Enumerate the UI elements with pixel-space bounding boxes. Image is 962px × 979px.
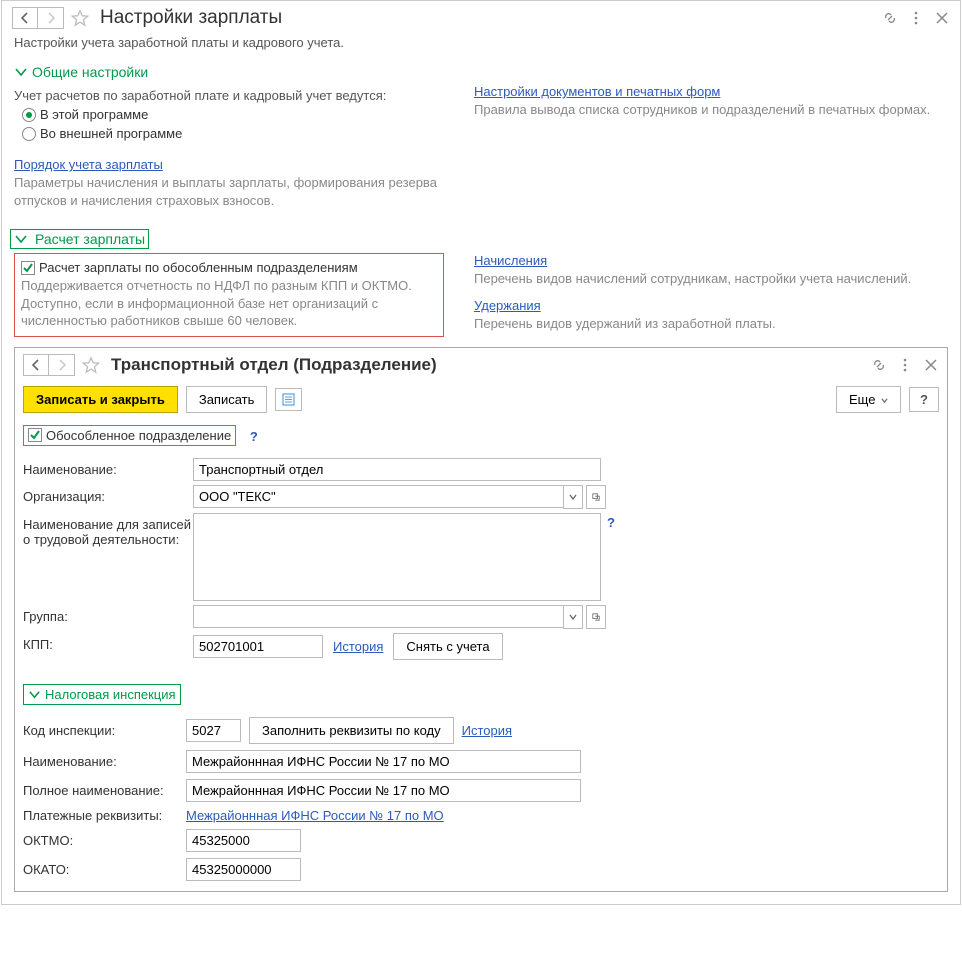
subdivision-toolbar: Транспортный отдел (Подразделение) (15, 348, 947, 382)
deregister-button[interactable]: Снять с учета (393, 633, 502, 660)
save-button[interactable]: Записать (186, 386, 268, 413)
close-icon[interactable] (934, 10, 950, 26)
accruals-link[interactable]: Начисления (474, 253, 547, 268)
chevron-down-icon (14, 65, 28, 79)
doc-settings-desc: Правила вывода списка сотрудников и подр… (474, 101, 948, 119)
help-button[interactable]: ? (909, 387, 939, 412)
inspection-code-label: Код инспекции: (23, 723, 178, 738)
group-input[interactable] (193, 605, 563, 628)
section-salary-toggle: Расчет зарплаты (10, 229, 149, 249)
group-dropdown-button[interactable] (563, 605, 583, 629)
nav-forward-button[interactable] (38, 7, 64, 29)
favorite-icon[interactable] (70, 8, 90, 28)
payment-details-label: Платежные реквизиты: (23, 808, 178, 823)
inspection-history-link[interactable]: История (462, 723, 512, 738)
help-question-icon[interactable]: ? (250, 429, 258, 444)
labor-label: Наименование для записей о трудовой деят… (23, 513, 193, 547)
labor-help-icon[interactable]: ? (607, 515, 615, 530)
subdiv-kebab-icon[interactable] (897, 357, 913, 373)
highlighted-checkbox-box: Расчет зарплаты по обособленным подразде… (14, 253, 444, 337)
section-general-header[interactable]: Общие настройки (2, 60, 960, 84)
chevron-down-icon (28, 688, 41, 701)
org-dropdown-button[interactable] (563, 485, 583, 509)
salary-order-link[interactable]: Порядок учета зарплаты (14, 157, 163, 172)
doc-settings-link[interactable]: Настройки документов и печатных форм (474, 84, 720, 99)
separate-subdiv-desc: Поддерживается отчетность по НДФЛ по раз… (21, 277, 437, 330)
kpp-label: КПП: (23, 633, 193, 652)
subdivision-window: Транспортный отдел (Подразделение) Запис… (14, 347, 948, 892)
okato-input[interactable] (186, 858, 301, 881)
org-open-button[interactable] (586, 485, 606, 509)
section-salary-title: Расчет зарплаты (35, 231, 145, 247)
tax-name-label: Наименование: (23, 754, 178, 769)
separate-subdiv-checkbox[interactable]: Расчет зарплаты по обособленным подразде… (21, 260, 437, 275)
more-button[interactable]: Еще (836, 386, 901, 413)
nav-back-button[interactable] (12, 7, 38, 29)
group-open-button[interactable] (586, 605, 606, 629)
okato-label: ОКАТО: (23, 862, 178, 877)
window-toolbar: Настройки зарплаты (2, 1, 960, 35)
checkbox-checked-icon (21, 261, 35, 275)
oktmo-input[interactable] (186, 829, 301, 852)
oktmo-label: ОКТМО: (23, 833, 178, 848)
subdiv-nav-forward-button[interactable] (49, 354, 75, 376)
subdivision-title: Транспортный отдел (Подразделение) (111, 355, 871, 375)
org-label: Организация: (23, 485, 193, 504)
org-input[interactable] (193, 485, 563, 508)
payment-details-link[interactable]: Межрайоннная ИФНС России № 17 по МО (186, 808, 444, 823)
radio-external-program-label: Во внешней программе (40, 126, 182, 141)
kebab-icon[interactable] (908, 10, 924, 26)
name-label: Наименование: (23, 458, 193, 477)
tax-name-input[interactable] (186, 750, 581, 773)
page-title: Настройки зарплаты (100, 7, 882, 29)
subdiv-link-icon[interactable] (871, 357, 887, 373)
radio-this-program[interactable]: В этой программе (22, 107, 444, 122)
separate-subdiv-label: Расчет зарплаты по обособленным подразде… (39, 260, 358, 275)
kpp-input[interactable] (193, 635, 323, 658)
radio-dot-unchecked-icon (22, 127, 36, 141)
checkbox-checked-icon (28, 428, 42, 442)
fill-from-code-button[interactable]: Заполнить реквизиты по коду (249, 717, 454, 744)
deductions-desc: Перечень видов удержаний из заработной п… (474, 315, 948, 333)
separate-subdiv-form-label: Обособленное подразделение (46, 428, 231, 443)
labor-textarea[interactable] (193, 513, 601, 601)
section-general-title: Общие настройки (32, 64, 148, 80)
name-input[interactable] (193, 458, 601, 481)
report-icon-button[interactable] (275, 388, 302, 411)
chevron-down-icon (14, 232, 28, 246)
accruals-desc: Перечень видов начислений сотрудникам, н… (474, 270, 948, 288)
tax-fullname-label: Полное наименование: (23, 783, 178, 798)
salary-order-desc: Параметры начисления и выплаты зарплаты,… (14, 174, 444, 209)
radio-this-program-label: В этой программе (40, 107, 148, 122)
radio-external-program[interactable]: Во внешней программе (22, 126, 444, 141)
subdiv-close-icon[interactable] (923, 357, 939, 373)
deductions-link[interactable]: Удержания (474, 298, 541, 313)
link-icon[interactable] (882, 10, 898, 26)
save-and-close-button[interactable]: Записать и закрыть (23, 386, 178, 413)
tax-section-header[interactable]: Налоговая инспекция (23, 684, 181, 705)
general-lead-text: Учет расчетов по заработной плате и кадр… (14, 88, 444, 103)
radio-dot-checked-icon (22, 108, 36, 122)
page-subtitle: Настройки учета заработной платы и кадро… (2, 35, 960, 60)
inspection-code-input[interactable] (186, 719, 241, 742)
group-label: Группа: (23, 605, 193, 624)
kpp-history-link[interactable]: История (333, 639, 383, 654)
subdiv-nav-back-button[interactable] (23, 354, 49, 376)
tax-fullname-input[interactable] (186, 779, 581, 802)
subdiv-favorite-icon[interactable] (81, 355, 101, 375)
tax-section-title: Налоговая инспекция (45, 687, 176, 702)
section-salary-header[interactable]: Расчет зарплаты (2, 225, 960, 253)
separate-subdiv-form-checkbox[interactable]: Обособленное подразделение (23, 425, 236, 446)
